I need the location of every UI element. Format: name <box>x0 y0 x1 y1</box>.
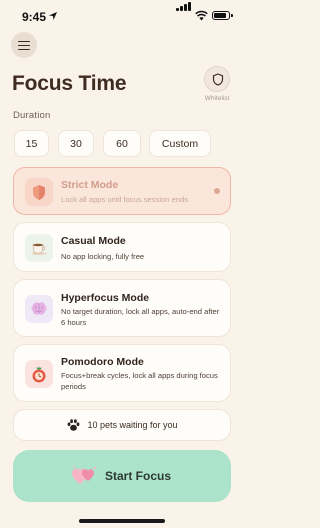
mode-title: Pomodoro Mode <box>61 356 144 368</box>
pets-waiting-banner[interactable]: 10 pets waiting for you <box>13 409 231 441</box>
mode-card-pomodoro[interactable]: Pomodoro Mode Focus+break cycles, lock a… <box>13 344 231 402</box>
selected-indicator <box>214 188 220 194</box>
duration-30-button[interactable]: 30 <box>58 130 94 157</box>
mode-description: Lock all apps until focus session ends <box>61 195 189 204</box>
pets-waiting-text: 10 pets waiting for you <box>87 420 178 430</box>
coffee-cup-icon <box>25 234 53 262</box>
start-focus-label: Start Focus <box>105 469 172 483</box>
battery-icon <box>212 11 233 20</box>
shield-icon <box>212 73 224 86</box>
duration-15-button[interactable]: 15 <box>14 130 49 157</box>
shield-icon <box>25 178 53 206</box>
home-indicator <box>79 519 165 523</box>
duration-60-button[interactable]: 60 <box>103 130 141 157</box>
mode-card-strict[interactable]: Strict Mode Lock all apps until focus se… <box>13 167 231 215</box>
mode-title: Strict Mode <box>61 179 119 191</box>
mode-card-casual[interactable]: Casual Mode No app locking, fully free <box>13 222 231 272</box>
mode-description: No app locking, fully free <box>61 252 145 261</box>
mode-description: Focus+break cycles, lock all apps during… <box>61 371 218 391</box>
mode-title: Hyperfocus Mode <box>61 292 150 304</box>
paw-icon <box>68 419 80 431</box>
mode-card-hyperfocus[interactable]: Hyperfocus Mode No target duration, lock… <box>13 279 231 337</box>
status-time: 9:45 <box>22 10 47 24</box>
duration-label: Duration <box>13 110 51 121</box>
brain-icon <box>25 295 53 323</box>
menu-button[interactable] <box>11 32 37 58</box>
mode-title: Casual Mode <box>61 235 126 247</box>
wifi-icon <box>195 10 208 21</box>
whitelist-button[interactable] <box>204 66 230 92</box>
hearts-icon <box>72 465 97 484</box>
mode-description: No target duration, lock all apps, auto-… <box>61 307 220 327</box>
status-bar: 9:45 <box>0 0 244 32</box>
location-arrow-icon <box>49 12 57 20</box>
tomato-icon <box>25 360 53 388</box>
start-focus-button[interactable]: Start Focus <box>13 450 231 502</box>
duration-custom-button[interactable]: Custom <box>149 130 211 157</box>
whitelist-label: Whitelist <box>204 95 230 102</box>
page-title: Focus Time <box>12 72 127 95</box>
